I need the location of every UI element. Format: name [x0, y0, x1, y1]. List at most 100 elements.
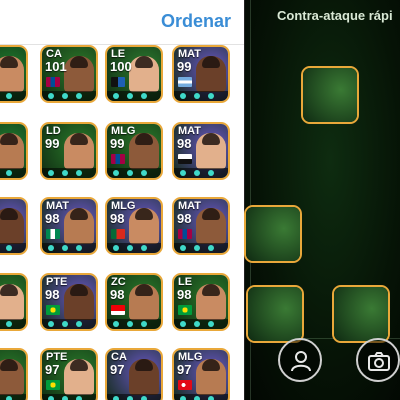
player-card[interactable] — [0, 122, 28, 180]
skill-strip — [174, 168, 228, 178]
player-portrait — [64, 208, 94, 244]
nation-flag-icon — [178, 380, 192, 390]
skill-dot-icon — [62, 321, 68, 327]
player-rating: 97 — [177, 362, 192, 377]
player-card[interactable]: PTE 97 — [40, 348, 98, 400]
card-background — [334, 287, 388, 341]
skill-dot-icon — [127, 245, 133, 251]
player-card[interactable] — [244, 205, 302, 263]
player-rating: 99 — [45, 136, 60, 151]
skill-dot-icon — [62, 396, 68, 400]
player-card[interactable]: MLG 97 — [172, 348, 230, 400]
skill-strip — [0, 243, 26, 253]
skill-dot-icon — [113, 396, 119, 400]
player-rating: 99 — [177, 59, 192, 74]
formation-title: Contra-ataque rápi — [277, 8, 393, 23]
skill-strip — [42, 394, 96, 400]
skill-strip — [42, 319, 96, 329]
player-card[interactable] — [0, 348, 28, 400]
skill-strip — [42, 168, 96, 178]
nation-flag-icon — [46, 305, 60, 315]
player-card[interactable]: MAT 99 — [172, 45, 230, 103]
player-portrait — [129, 284, 159, 320]
skill-dot-icon — [76, 170, 82, 176]
player-card[interactable]: SA100 — [301, 66, 359, 124]
player-card[interactable]: LD98 — [332, 285, 390, 343]
skill-dot-icon — [208, 245, 214, 251]
player-card[interactable]: LD 99 — [40, 122, 98, 180]
skill-strip — [107, 394, 161, 400]
player-portrait — [196, 284, 226, 320]
nation-flag-icon — [46, 77, 60, 87]
player-rating: 97 — [110, 362, 125, 377]
player-rating: 101 — [45, 59, 67, 74]
player-rating: 98 — [177, 211, 192, 226]
skill-dot-icon — [48, 396, 54, 400]
skill-strip — [107, 91, 161, 101]
player-portrait — [196, 56, 226, 92]
player-portrait — [64, 133, 94, 169]
skill-dot-icon — [76, 396, 82, 400]
player-list-panel: CA 101 LE 100 MAT 99 LD 99 MLG 99 MAT 98 MAT 98 MLG 98 M… — [0, 0, 245, 400]
camera-button[interactable] — [356, 338, 400, 382]
nation-flag-icon — [178, 154, 192, 164]
player-portrait — [0, 284, 24, 320]
player-card[interactable]: CA 97 — [105, 348, 163, 400]
skill-dot-icon — [141, 93, 147, 99]
player-card[interactable]: MLG 98 — [105, 197, 163, 255]
player-portrait — [0, 208, 24, 244]
player-rating: 98 — [110, 287, 125, 302]
sort-button[interactable]: Ordenar — [161, 11, 231, 32]
skill-dot-icon — [141, 321, 147, 327]
skill-strip — [174, 91, 228, 101]
player-card[interactable]: ZC102 — [246, 285, 304, 343]
player-card[interactable]: CA 101 — [40, 45, 98, 103]
player-portrait — [129, 208, 159, 244]
player-rating: 97 — [45, 362, 60, 377]
skill-dot-icon — [180, 321, 186, 327]
skill-dot-icon — [180, 170, 186, 176]
panel-header: Ordenar — [0, 0, 245, 44]
player-card[interactable]: LE 98 — [172, 273, 230, 331]
skill-strip — [0, 394, 26, 400]
skill-dot-icon — [62, 170, 68, 176]
nation-flag-icon — [46, 229, 60, 239]
player-card[interactable]: MLG 99 — [105, 122, 163, 180]
player-card[interactable] — [0, 45, 28, 103]
player-portrait — [196, 133, 226, 169]
skill-dot-icon — [76, 93, 82, 99]
player-card[interactable]: MAT 98 — [172, 197, 230, 255]
skill-dot-icon — [76, 321, 82, 327]
player-card[interactable] — [0, 197, 28, 255]
nation-flag-icon — [111, 305, 125, 315]
skill-strip — [42, 91, 96, 101]
skill-dot-icon — [113, 93, 119, 99]
player-card[interactable]: MAT 98 — [172, 122, 230, 180]
skill-strip — [0, 168, 26, 178]
player-rating: 98 — [177, 287, 192, 302]
player-card[interactable] — [0, 273, 28, 331]
player-portrait — [196, 359, 226, 395]
skill-dot-icon — [76, 245, 82, 251]
skill-dot-icon — [127, 321, 133, 327]
skill-dot-icon — [48, 170, 54, 176]
skill-dot-icon — [180, 396, 186, 400]
player-profile-button[interactable] — [278, 338, 322, 382]
skill-dot-icon — [48, 321, 54, 327]
skill-dot-icon — [127, 170, 133, 176]
skill-dot-icon — [208, 170, 214, 176]
player-rating: 98 — [177, 136, 192, 151]
skill-dot-icon — [194, 245, 200, 251]
player-card[interactable]: PTE 98 — [40, 273, 98, 331]
player-card[interactable]: MAT 98 — [40, 197, 98, 255]
player-rating: 98 — [110, 211, 125, 226]
skill-dot-icon — [194, 93, 200, 99]
player-card[interactable]: LE 100 — [105, 45, 163, 103]
skill-dot-icon — [141, 245, 147, 251]
nation-flag-icon — [111, 77, 125, 87]
skill-dot-icon — [127, 93, 133, 99]
player-card[interactable]: ZC 98 — [105, 273, 163, 331]
card-background — [246, 207, 300, 261]
skill-dot-icon — [48, 93, 54, 99]
skill-dot-icon — [113, 321, 119, 327]
